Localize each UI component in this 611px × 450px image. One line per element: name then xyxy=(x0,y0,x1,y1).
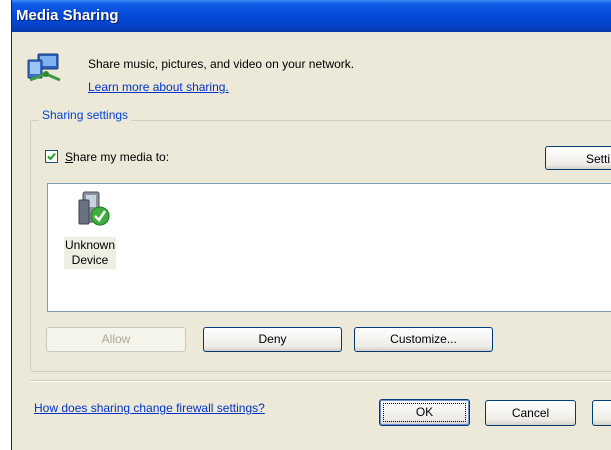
share-label-rest: hare my media to: xyxy=(73,150,170,164)
checkmark-icon xyxy=(47,152,56,161)
sharing-settings-legend: Sharing settings xyxy=(39,108,132,122)
device-name-line2: Device xyxy=(71,253,109,267)
media-network-icon xyxy=(26,50,66,86)
settings-button[interactable]: Setti xyxy=(545,146,611,170)
share-label-mnemonic: S xyxy=(65,150,74,164)
device-label[interactable]: Unknown Device xyxy=(64,237,116,269)
window-title: Media Sharing xyxy=(16,7,119,24)
device-icon[interactable] xyxy=(73,190,115,232)
ok-button[interactable]: OK xyxy=(379,399,470,426)
title-bar[interactable]: Media Sharing xyxy=(12,0,611,32)
focus-rect xyxy=(383,403,466,422)
intro-description: Share music, pictures, and video on your… xyxy=(88,57,355,71)
learn-more-link[interactable]: Learn more about sharing. xyxy=(88,80,229,94)
device-name-line1: Unknown xyxy=(64,238,116,252)
share-my-media-label[interactable]: Share my media to: xyxy=(65,150,169,164)
firewall-settings-link[interactable]: How does sharing change firewall setting… xyxy=(34,401,265,415)
media-sharing-dialog: Media Sharing Share music, pictures, and… xyxy=(11,0,611,450)
footer-divider xyxy=(30,380,611,382)
allow-button[interactable]: Allow xyxy=(46,327,186,352)
apply-button[interactable] xyxy=(592,400,611,426)
deny-button[interactable]: Deny xyxy=(203,327,342,352)
share-my-media-checkbox[interactable] xyxy=(45,150,58,163)
device-list[interactable] xyxy=(47,183,611,312)
cancel-button[interactable]: Cancel xyxy=(485,400,576,426)
customize-button[interactable]: Customize... xyxy=(354,327,493,352)
